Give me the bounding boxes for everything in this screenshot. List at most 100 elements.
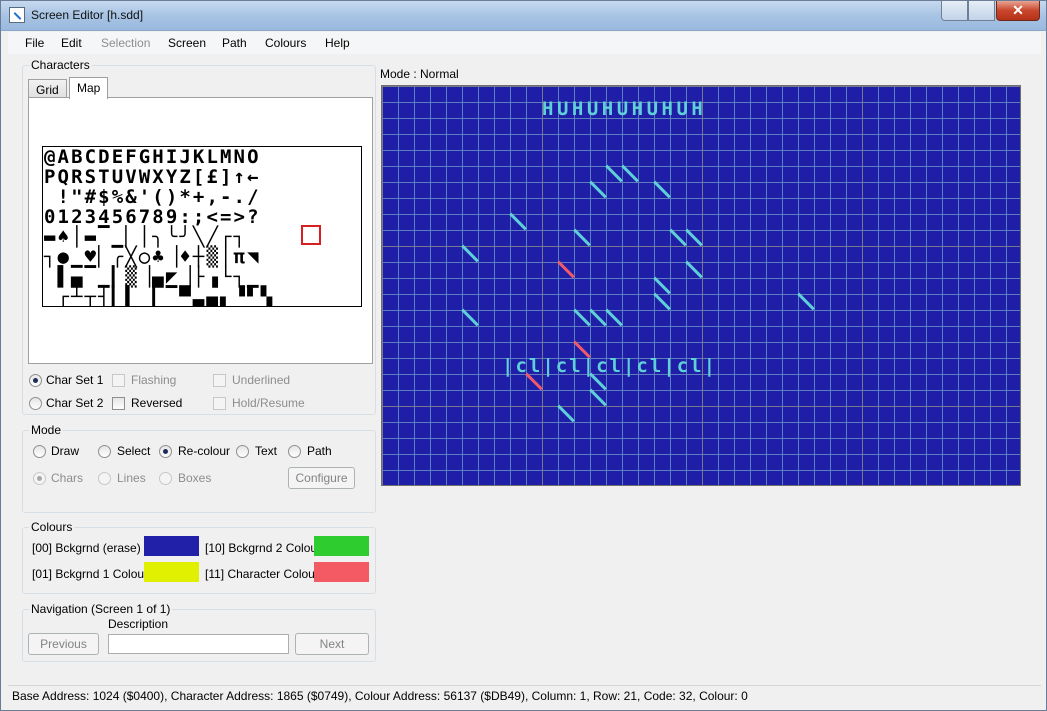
mode-draw-radio[interactable] xyxy=(33,445,46,458)
underlined-label: Underlined xyxy=(232,373,291,387)
underlined-checkbox xyxy=(213,374,226,387)
screen-glyph xyxy=(462,310,478,326)
menu-selection: Selection xyxy=(101,36,151,50)
screen-glyph xyxy=(622,166,638,182)
screen-glyph xyxy=(510,214,526,230)
screen-glyph xyxy=(590,310,606,326)
colour-00-label: [00] Bckgrnd (erase) xyxy=(32,541,141,555)
draw-chars-radio xyxy=(33,472,46,485)
map-tab-panel: @ABCDEFGHIJKLMNO PQRSTUVWXYZ[£]↑← !"#$%&… xyxy=(28,97,373,364)
screen-glyph xyxy=(462,246,478,262)
screen-glyph xyxy=(590,390,606,406)
colour-11-label: [11] Character Colour xyxy=(205,567,319,581)
draw-boxes-label: Boxes xyxy=(178,471,212,485)
screen-glyph xyxy=(606,166,622,182)
colour-11-swatch[interactable] xyxy=(314,562,369,582)
charmap-row: @ABCDEFGHIJKLMNO xyxy=(44,146,261,168)
char-set-1-label: Char Set 1 xyxy=(46,373,104,387)
screen-glyph xyxy=(590,182,606,198)
screen-glyph xyxy=(574,310,590,326)
colour-10-swatch[interactable] xyxy=(314,536,369,556)
screen-mode-label: Mode : Normal xyxy=(380,67,459,81)
screen-glyph xyxy=(654,294,670,310)
screen-glyph xyxy=(526,374,542,390)
mode-select-label: Select xyxy=(117,444,151,458)
mode-recolour-radio[interactable] xyxy=(159,445,172,458)
description-input[interactable] xyxy=(108,634,289,654)
draw-boxes-radio xyxy=(159,472,172,485)
colour-01-label: [01] Bckgrnd 1 Colour xyxy=(32,567,149,581)
char-set-2-label: Char Set 2 xyxy=(46,396,104,410)
menu-colours[interactable]: Colours xyxy=(265,36,306,50)
screen-glyph xyxy=(654,182,670,198)
screen-glyph xyxy=(590,374,606,390)
charmap-row: 0123456789:;<=>? xyxy=(44,206,261,228)
colour-01-swatch[interactable] xyxy=(144,562,199,582)
character-map[interactable]: @ABCDEFGHIJKLMNO PQRSTUVWXYZ[£]↑← !"#$%&… xyxy=(42,146,362,307)
reversed-checkbox[interactable] xyxy=(112,397,125,410)
screen-canvas[interactable]: HUHUHUHUHUH |cl|cl|cl|cl|cl| xyxy=(381,85,1021,486)
tab-grid[interactable]: Grid xyxy=(28,79,67,98)
mode-recolour-label: Re-colour xyxy=(178,444,231,458)
mode-draw-label: Draw xyxy=(51,444,80,458)
title-bar[interactable]: Screen Editor [h.sdd] ✕ xyxy=(1,1,1046,31)
mode-select-radio[interactable] xyxy=(98,445,111,458)
mode-path-radio[interactable] xyxy=(288,445,301,458)
charmap-row: ┌┴┬┤▎▍ ▎▔▀▃▄▖▝▘▚ xyxy=(44,286,275,307)
description-label: Description xyxy=(108,617,169,631)
char-set-2-radio[interactable] xyxy=(29,397,42,410)
screen-glyph xyxy=(606,310,622,326)
flashing-label: Flashing xyxy=(131,373,177,387)
screen-editor-window: Screen Editor [h.sdd] ✕ File Edit Select… xyxy=(0,0,1047,711)
configure-button: Configure xyxy=(288,467,355,489)
mode-text-label: Text xyxy=(255,444,278,458)
next-button: Next xyxy=(295,633,369,655)
screen-top-text: HUHUHUHUHUH xyxy=(542,98,707,120)
screen-glyph xyxy=(686,262,702,278)
characters-group-title: Characters xyxy=(29,58,92,72)
minimize-button[interactable] xyxy=(941,1,968,21)
menu-edit[interactable]: Edit xyxy=(61,36,82,50)
draw-chars-label: Chars xyxy=(51,471,84,485)
colours-group-title: Colours xyxy=(29,520,75,534)
charmap-row: ┐●▁♥▏╭╳○♣▕♦┼▒│π◥ xyxy=(44,246,261,268)
hold-resume-label: Hold/Resume xyxy=(232,396,305,410)
screen-glyph xyxy=(558,406,574,422)
window-title: Screen Editor [h.sdd] xyxy=(31,8,144,22)
selected-character-highlight xyxy=(301,225,321,245)
menu-path[interactable]: Path xyxy=(222,36,247,50)
colour-00-swatch[interactable] xyxy=(144,536,199,556)
tab-map[interactable]: Map xyxy=(69,77,109,99)
char-set-1-radio[interactable] xyxy=(29,374,42,387)
menu-bar: File Edit Selection Screen Path Colours … xyxy=(8,32,1041,54)
draw-lines-radio xyxy=(98,472,111,485)
previous-button: Previous xyxy=(28,633,99,655)
colour-10-label: [10] Bckgrnd 2 Colour xyxy=(205,541,322,555)
close-icon: ✕ xyxy=(1012,2,1024,18)
screen-row-text: |cl|cl|cl|cl|cl| xyxy=(502,355,718,377)
hold-resume-checkbox xyxy=(213,397,226,410)
mode-group-title: Mode xyxy=(29,423,64,437)
menu-screen[interactable]: Screen xyxy=(168,36,206,50)
app-icon xyxy=(9,7,25,23)
maximize-button[interactable] xyxy=(968,1,995,21)
screen-glyph xyxy=(654,278,670,294)
reversed-label: Reversed xyxy=(131,396,183,410)
menu-file[interactable]: File xyxy=(25,36,44,50)
mode-text-radio[interactable] xyxy=(236,445,249,458)
screen-glyph xyxy=(686,230,702,246)
screen-glyph xyxy=(798,294,814,310)
flashing-checkbox xyxy=(112,374,125,387)
screen-glyph xyxy=(670,230,686,246)
screen-glyph xyxy=(574,230,590,246)
screen-glyph xyxy=(558,262,574,278)
charmap-row: PQRSTUVWXYZ[£]↑← xyxy=(44,166,261,188)
mode-path-label: Path xyxy=(307,444,332,458)
charmap-row: ▌▄▔▁▎▒▕▄◤▕├▗└┐▁ xyxy=(44,266,261,288)
draw-lines-label: Lines xyxy=(117,471,146,485)
charmap-row: !"#$%&'()*+,-./ xyxy=(44,186,261,208)
status-bar: Base Address: 1024 ($0400), Character Ad… xyxy=(8,685,1041,705)
close-button[interactable]: ✕ xyxy=(996,1,1040,21)
navigation-group-title: Navigation (Screen 1 of 1) xyxy=(29,602,173,616)
menu-help[interactable]: Help xyxy=(325,36,350,50)
